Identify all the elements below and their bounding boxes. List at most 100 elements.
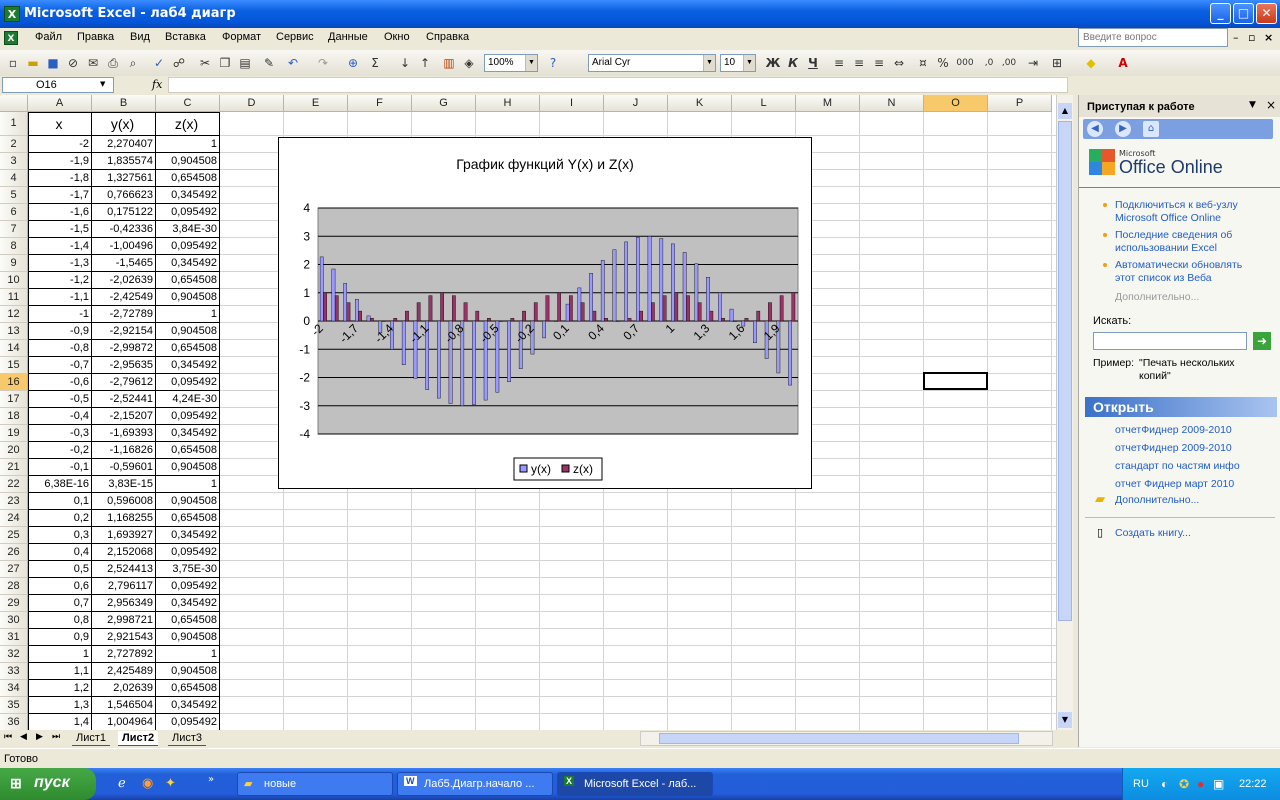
link-latest[interactable]: Последние сведения об использовании Exce… [1115,229,1265,255]
table-cell[interactable]: -2,15207 [92,408,156,425]
save-icon[interactable]: ■ [44,54,62,72]
row-header[interactable]: 9 [0,255,28,272]
security-icon[interactable]: ✪ [1179,777,1189,791]
tab-sheet1[interactable]: Лист1 [72,731,111,746]
bar-y[interactable] [671,243,675,322]
table-cell[interactable]: -0,5 [28,391,92,408]
table-cell[interactable]: 2,270407 [92,136,156,153]
row-header[interactable]: 5 [0,187,28,204]
table-cell[interactable]: 0,654508 [156,510,220,527]
minimize-button[interactable]: _ [1210,3,1231,24]
chevron-down-icon[interactable]: ▼ [100,80,105,88]
bar-z[interactable] [463,302,468,322]
recent-file[interactable]: стандарт по частям инфо [1115,460,1240,473]
bar-y[interactable] [354,298,359,322]
next-sheet-icon[interactable]: ▶ [36,732,43,742]
help-icon[interactable]: ? [544,54,562,72]
bar-y[interactable] [577,287,582,322]
tab-sheet2[interactable]: Лист2 [118,731,159,746]
bar-y[interactable] [401,320,406,365]
table-cell[interactable]: 1 [156,646,220,663]
bar-z[interactable] [381,320,386,322]
table-cell[interactable]: 0,095492 [156,714,220,730]
table-cell[interactable]: 1,168255 [92,510,156,527]
bar-y[interactable] [753,320,757,343]
task-folder[interactable]: ▰ новые [237,772,393,796]
table-cell[interactable]: 0,904508 [156,289,220,306]
active-cell[interactable] [923,372,988,390]
table-cell[interactable]: -0,8 [28,340,92,357]
row-header[interactable]: 34 [0,680,28,697]
borders-icon[interactable]: ⊞ [1048,54,1066,72]
table-cell[interactable]: 2,921543 [92,629,156,646]
align-right-icon[interactable]: ≡ [870,54,888,72]
table-cell[interactable]: 1 [156,306,220,323]
table-cell[interactable]: 1,546504 [92,697,156,714]
search-input[interactable] [1093,332,1247,350]
bar-z[interactable] [346,302,351,322]
table-cell[interactable]: 0,4 [28,544,92,561]
link-connect[interactable]: Подключиться к веб-узлу Microsoft Office… [1115,199,1265,225]
doc-restore-icon[interactable]: ▫ [1248,31,1255,44]
column-header[interactable]: B [92,95,156,112]
ie-icon[interactable]: ℯ [118,776,126,791]
table-cell[interactable]: -2,02639 [92,272,156,289]
cut-icon[interactable]: ✂ [196,54,214,72]
workbook-icon[interactable]: X [4,31,18,45]
column-header[interactable]: N [860,95,924,112]
table-cell[interactable]: 0,095492 [156,408,220,425]
column-header[interactable]: C [156,95,220,112]
row-header[interactable]: 17 [0,391,28,408]
bar-z[interactable] [522,310,526,322]
print-preview-icon[interactable]: ⌕ [124,54,142,72]
search-go-icon[interactable]: ➜ [1253,332,1271,350]
table-cell[interactable]: -0,2 [28,442,92,459]
hyperlink-icon[interactable]: ⊕ [344,54,362,72]
email-icon[interactable]: ✉ [84,54,102,72]
table-cell[interactable]: 0,5 [28,561,92,578]
table-cell[interactable]: -0,59601 [92,459,156,476]
row-header[interactable]: 25 [0,527,28,544]
redo-icon[interactable]: ↷ [314,54,332,72]
column-header[interactable]: E [284,95,348,112]
table-cell[interactable]: 0,345492 [156,595,220,612]
bar-z[interactable] [709,310,714,322]
font-size-select[interactable]: 10 ▼ [720,54,756,72]
table-cell[interactable]: 0,095492 [156,238,220,255]
table-cell[interactable]: 2,796117 [92,578,156,595]
decrease-decimal-icon[interactable]: ,00 [1000,54,1018,72]
table-cell[interactable]: -2,99872 [92,340,156,357]
row-header[interactable]: 26 [0,544,28,561]
menu-file[interactable]: Файл [35,31,62,43]
row-header[interactable]: 35 [0,697,28,714]
bar-y[interactable] [729,308,734,322]
bar-y[interactable] [542,320,546,339]
bar-y[interactable] [718,292,722,322]
table-cell[interactable]: 2,524413 [92,561,156,578]
tab-sheet3[interactable]: Лист3 [168,731,207,746]
table-cell[interactable]: 0,095492 [156,374,220,391]
bar-z[interactable] [627,317,632,322]
bar-z[interactable] [569,295,573,322]
bar-z[interactable] [580,302,585,322]
row-header[interactable]: 32 [0,646,28,663]
bar-z[interactable] [674,292,679,322]
sort-asc-icon[interactable]: ↓ [396,54,414,72]
scroll-up-icon[interactable]: ▲ [1058,103,1072,119]
print-icon[interactable]: ⎙ [104,54,122,72]
menu-format[interactable]: Формат [222,31,261,43]
row-header[interactable]: 29 [0,595,28,612]
bar-z[interactable] [662,295,667,322]
bar-y[interactable] [612,249,617,322]
function-icon[interactable]: fx [152,78,162,91]
indent-icon[interactable]: ⇥ [1024,54,1042,72]
table-cell[interactable]: -0,4 [28,408,92,425]
row-header[interactable]: 31 [0,629,28,646]
menu-window[interactable]: Окно [384,31,410,43]
table-cell[interactable]: 0,095492 [156,578,220,595]
table-cell[interactable]: 0,175122 [92,204,156,221]
bar-z[interactable] [744,317,749,322]
table-cell[interactable]: 0,345492 [156,425,220,442]
bar-y[interactable] [647,236,652,322]
start-button[interactable]: ⊞ пуск [0,768,96,800]
